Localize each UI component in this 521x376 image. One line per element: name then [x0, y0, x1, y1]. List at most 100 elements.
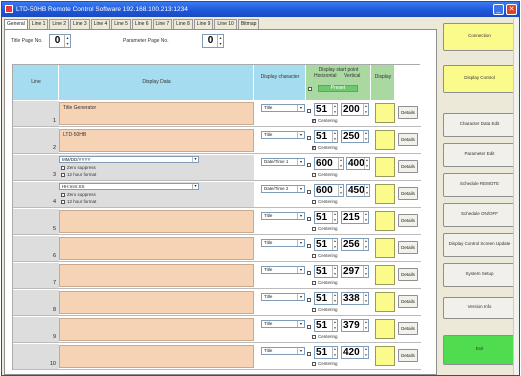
- zero-suppress-option[interactable]: Zero suppress: [61, 192, 96, 197]
- vertical-spinner[interactable]: 450 ▲ ▼: [346, 184, 370, 197]
- tab-line-4[interactable]: Line 4: [90, 19, 111, 29]
- spin-up-icon[interactable]: ▲: [333, 131, 337, 137]
- row-checkbox[interactable]: [307, 244, 311, 248]
- system-setup-button[interactable]: System Setup: [443, 263, 516, 287]
- spin-down-icon[interactable]: ▼: [333, 137, 337, 143]
- spin-up-icon[interactable]: ▲: [365, 158, 369, 164]
- horizontal-spinner[interactable]: 51 ▲ ▼: [314, 103, 338, 116]
- row-checkbox[interactable]: [307, 271, 311, 275]
- display-text-field[interactable]: [59, 264, 254, 287]
- spin-up-icon[interactable]: ▲: [333, 347, 337, 353]
- spin-up-icon[interactable]: ▲: [364, 131, 368, 137]
- spin-down-icon[interactable]: ▼: [339, 164, 343, 170]
- spin-down-icon[interactable]: ▼: [365, 191, 369, 197]
- display-character-select[interactable]: Title ▼: [261, 293, 305, 301]
- horizontal-spinner[interactable]: 51 ▲ ▼: [314, 319, 338, 332]
- minimize-button[interactable]: _: [493, 4, 504, 15]
- vertical-spinner[interactable]: 256 ▲ ▼: [341, 238, 369, 251]
- display-character-select[interactable]: Title ▼: [261, 131, 305, 139]
- preset-checkbox[interactable]: [308, 87, 312, 91]
- display-character-select[interactable]: Title ▼: [261, 320, 305, 328]
- row-checkbox[interactable]: [307, 352, 311, 356]
- centering-option[interactable]: Centering: [312, 199, 338, 204]
- row-checkbox[interactable]: [307, 325, 311, 329]
- vertical-spinner[interactable]: 200 ▲ ▼: [341, 103, 369, 116]
- spin-down-icon[interactable]: ▼: [333, 353, 337, 359]
- centering-option[interactable]: Centering: [312, 307, 338, 312]
- spin-up-icon[interactable]: ▲: [339, 158, 343, 164]
- details-button[interactable]: Details: [398, 349, 418, 362]
- centering-checkbox[interactable]: [312, 334, 316, 339]
- centering-checkbox[interactable]: [312, 361, 316, 366]
- title-page-spinner[interactable]: 0 ▲ ▼: [49, 34, 71, 48]
- tab-line-1[interactable]: Line 1: [28, 19, 49, 29]
- spin-down-icon[interactable]: ▼: [364, 299, 368, 305]
- centering-option[interactable]: Centering: [312, 280, 338, 285]
- spin-down-icon[interactable]: ▼: [365, 164, 369, 170]
- screen-update-button[interactable]: Display Control Screen Update: [443, 233, 516, 257]
- horizontal-spinner[interactable]: 51 ▲ ▼: [314, 211, 338, 224]
- display-text-field[interactable]: [59, 210, 254, 233]
- vertical-spinner[interactable]: 338 ▲ ▼: [341, 292, 369, 305]
- spin-down-icon[interactable]: ▼: [333, 272, 337, 278]
- zero-suppress-checkbox[interactable]: [61, 192, 65, 197]
- centering-checkbox[interactable]: [312, 307, 316, 312]
- display-text-field[interactable]: LTD-50HB: [59, 129, 254, 152]
- spin-up-icon[interactable]: ▲: [364, 347, 368, 353]
- twelve-hour-option[interactable]: 12 hour format: [61, 172, 96, 177]
- display-character-select[interactable]: Title ▼: [261, 266, 305, 274]
- display-text-field[interactable]: [59, 345, 254, 368]
- spin-up-icon[interactable]: ▲: [364, 266, 368, 272]
- twelve-hour-option[interactable]: 12 hour format: [61, 199, 96, 204]
- details-button[interactable]: Details: [398, 187, 418, 200]
- centering-checkbox[interactable]: [312, 118, 316, 124]
- spin-up-icon[interactable]: ▲: [365, 185, 369, 191]
- preset-button[interactable]: Preset: [318, 85, 358, 92]
- spin-down-icon[interactable]: ▼: [333, 110, 337, 116]
- display-control-button[interactable]: Display Control: [443, 65, 516, 93]
- display-text-field[interactable]: [59, 318, 254, 341]
- spin-up-icon[interactable]: ▲: [364, 320, 368, 326]
- display-character-select[interactable]: Date/Time 1 ▼: [261, 158, 305, 166]
- tab-line-7[interactable]: Line 7: [152, 19, 173, 29]
- version-info-button[interactable]: Version Info: [443, 297, 516, 319]
- spin-down-icon[interactable]: ▼: [364, 353, 368, 359]
- details-button[interactable]: Details: [398, 160, 418, 173]
- close-button[interactable]: ✕: [506, 4, 517, 15]
- spin-up-icon[interactable]: ▲: [364, 212, 368, 218]
- spin-up-icon[interactable]: ▲: [364, 239, 368, 245]
- spin-down-icon[interactable]: ▼: [364, 110, 368, 116]
- display-character-select[interactable]: Title ▼: [261, 212, 305, 220]
- connection-button[interactable]: Connection: [443, 23, 516, 51]
- zero-suppress-option[interactable]: Zero suppress: [61, 165, 96, 170]
- vertical-spinner[interactable]: 379 ▲ ▼: [341, 319, 369, 332]
- centering-checkbox[interactable]: [312, 253, 316, 258]
- centering-option[interactable]: Centering: [312, 172, 338, 177]
- tab-bitmap[interactable]: Bitmap: [237, 19, 260, 29]
- exit-button[interactable]: Exit: [443, 335, 516, 365]
- spin-down-icon[interactable]: ▼: [339, 191, 343, 197]
- spin-up-icon[interactable]: ▲: [333, 239, 337, 245]
- twelve-hour-checkbox[interactable]: [61, 172, 65, 177]
- row-checkbox[interactable]: [307, 136, 311, 140]
- centering-checkbox[interactable]: [312, 226, 316, 231]
- spin-down-icon[interactable]: ▼: [364, 326, 368, 332]
- spin-up-icon[interactable]: ▲: [333, 266, 337, 272]
- details-button[interactable]: Details: [398, 322, 418, 335]
- centering-checkbox[interactable]: [312, 199, 316, 204]
- centering-option[interactable]: Centering: [312, 253, 338, 258]
- spin-down-icon[interactable]: ▼: [364, 137, 368, 143]
- spin-up-icon[interactable]: ▲: [364, 293, 368, 299]
- details-button[interactable]: Details: [398, 268, 418, 281]
- schedule-onoff-button[interactable]: Schedule ON/OFF: [443, 203, 516, 227]
- vertical-spinner[interactable]: 400 ▲ ▼: [346, 157, 370, 170]
- vertical-scrollbar[interactable]: [513, 19, 519, 375]
- tab-line-9[interactable]: Line 9: [193, 19, 214, 29]
- tab-line-5[interactable]: Line 5: [111, 19, 131, 29]
- display-text-field[interactable]: [59, 237, 254, 260]
- centering-option[interactable]: Centering: [312, 361, 338, 366]
- schedule-remote-button[interactable]: Schedule REMOTE: [443, 173, 516, 197]
- horizontal-spinner[interactable]: 51 ▲ ▼: [314, 130, 338, 143]
- parameter-edit-button[interactable]: Parameter Edit: [443, 143, 516, 167]
- spin-down-icon[interactable]: ▼: [364, 245, 368, 251]
